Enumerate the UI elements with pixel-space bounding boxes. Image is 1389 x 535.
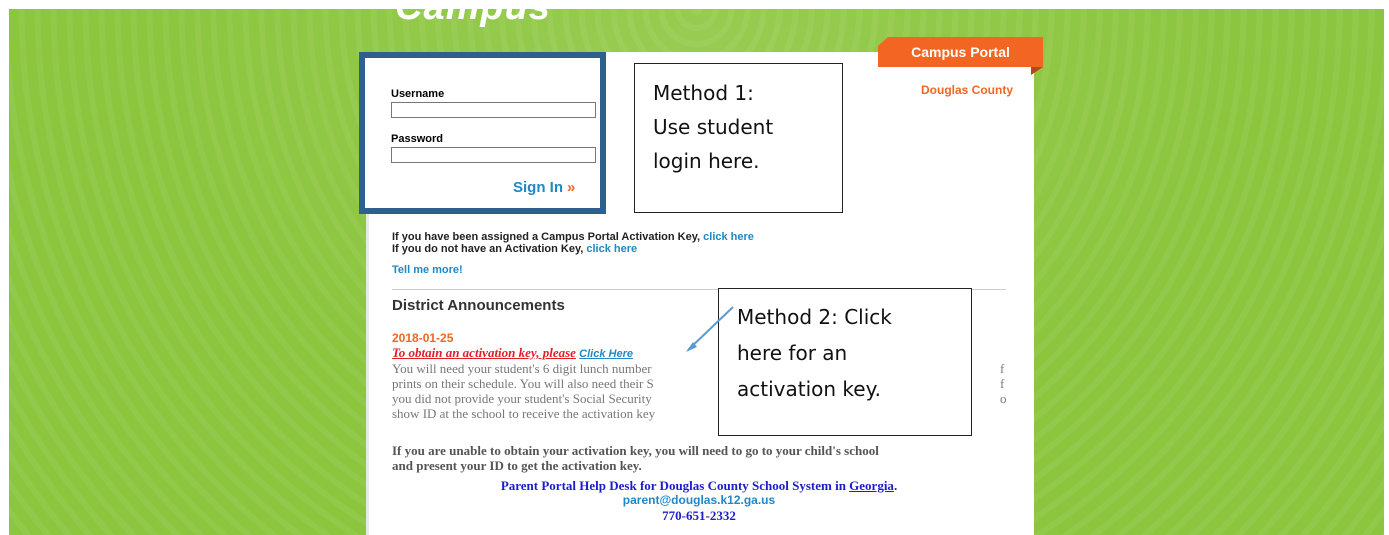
no-key-click-here-link[interactable]: click here [586,243,637,255]
password-input[interactable] [391,147,596,163]
login-box: Username Password Sign In» [359,52,606,214]
callout-line: activation key. [737,377,881,401]
callout-line: Use student [653,115,774,139]
chevron-right-icon: » [567,179,576,196]
help-desk-block: Parent Portal Help Desk for Douglas Coun… [392,478,1006,523]
help-desk-text: Parent Portal Help Desk for Douglas Coun… [500,478,846,493]
assigned-key-click-here-link[interactable]: click here [703,231,754,243]
callout-line: login here. [653,149,760,173]
period: . [893,478,898,493]
activation-line-1-text: If you have been assigned a Campus Porta… [392,231,701,243]
announcements-heading: District Announcements [392,297,565,314]
callout-line: Method 1: [653,81,754,105]
activation-line-2: If you do not have an Activation Key, cl… [392,243,637,255]
bold-note-line: and present your ID to get the activatio… [392,458,642,473]
campus-logo: Campus [395,0,551,28]
activation-line-1: If you have been assigned a Campus Porta… [392,231,754,243]
announcement-tail-char: f [1000,376,1005,391]
district-name: Douglas County [921,83,1013,97]
activation-line-2-text: If you do not have an Activation Key, [392,243,584,255]
announcement-date: 2018-01-25 [392,331,454,345]
announcement-tail-char: f [1000,361,1005,376]
password-label: Password [391,133,443,145]
announcement-tail-char: o [1000,391,1007,406]
georgia-link[interactable]: Georgia [849,478,894,493]
method-2-callout: Method 2: Click here for an activation k… [718,288,972,436]
help-desk-email-link[interactable]: parent@douglas.k12.ga.us [392,493,1006,508]
campus-portal-ribbon: Campus Portal [878,37,1043,67]
ribbon-fold [1031,67,1043,75]
sign-in-button[interactable]: Sign In» [513,179,575,196]
announcement-body-tail: f f o [1000,361,1020,406]
announcement-title: To obtain an activation key, please Clic… [392,345,633,361]
callout-line: Method 2: Click [737,305,892,329]
username-label: Username [391,88,445,100]
sign-in-label: Sign In [513,179,563,196]
callout-line: here for an [737,341,848,365]
help-desk-phone: 770-651-2332 [662,508,736,523]
announcement-bold-note: If you are unable to obtain your activat… [392,443,879,473]
tell-me-more-link[interactable]: Tell me more! [392,264,463,276]
activation-click-here-link[interactable]: Click Here [579,348,633,360]
help-desk-line: Parent Portal Help Desk for Douglas Coun… [392,478,1006,493]
bold-note-line: If you are unable to obtain your activat… [392,443,879,458]
method-1-callout: Method 1: Use student login here. [634,63,843,213]
announcement-title-text: To obtain an activation key, please [392,345,576,360]
username-input[interactable] [391,102,596,118]
